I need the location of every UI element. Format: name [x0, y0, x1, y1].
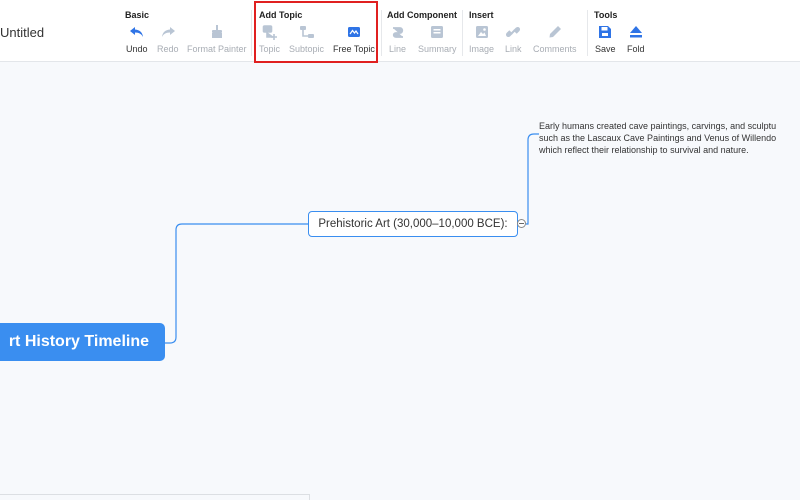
mindmap-connectors [165, 133, 539, 344]
root-topic-node[interactable]: rt History Timeline [0, 323, 165, 361]
topic-node-prehistoric-art[interactable]: Prehistoric Art (30,000–10,000 BCE): [308, 211, 518, 237]
topic-note-text[interactable]: Early humans created cave paintings, car… [539, 120, 800, 156]
topic-to-note-connector [526, 133, 539, 225]
note-line: such as the Lascaux Cave Paintings and V… [539, 133, 777, 143]
note-line: Early humans created cave paintings, car… [539, 121, 777, 131]
note-line: which reflect their relationship to surv… [539, 145, 749, 155]
bottom-sheet-tabs[interactable] [0, 494, 310, 500]
root-to-topic-connector [165, 223, 308, 344]
collapse-toggle-icon[interactable] [517, 219, 526, 228]
